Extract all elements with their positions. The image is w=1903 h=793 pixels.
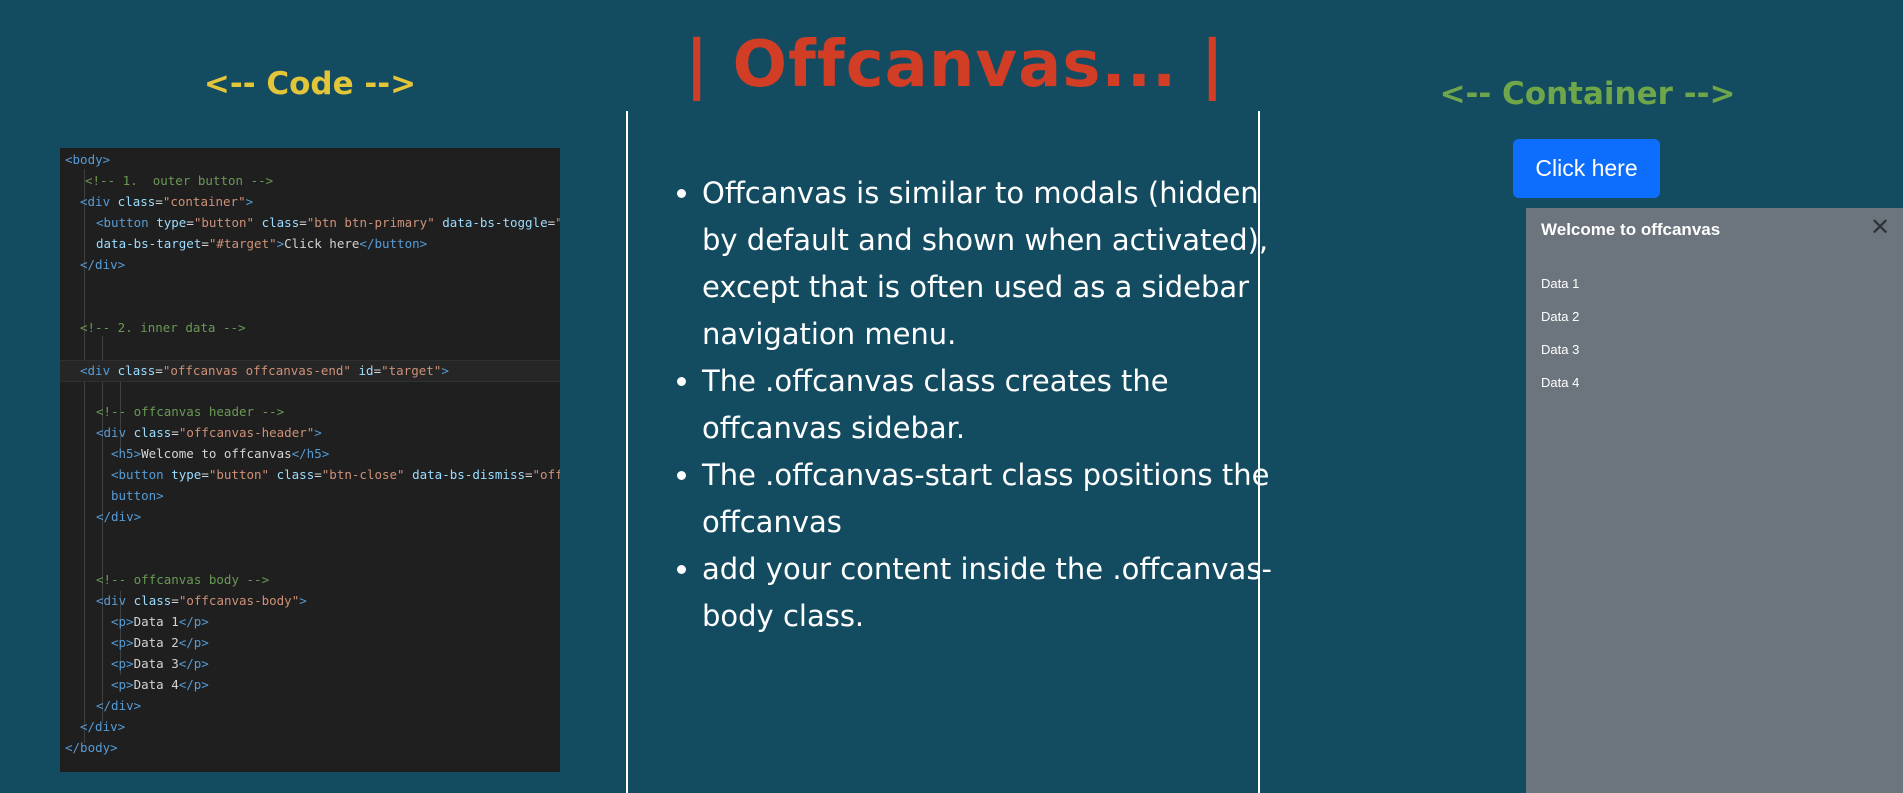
code-line: <div class="container">: [80, 194, 254, 209]
page-title: | Offcanvas... |: [684, 28, 1226, 102]
offcanvas-title: Welcome to offcanvas: [1541, 220, 1721, 239]
bullet-item: add your content inside the .offcanvas-b…: [702, 546, 1287, 640]
bullet-item: The .offcanvas class creates the offcanv…: [702, 358, 1287, 452]
offcanvas-panel: Welcome to offcanvas ✕ Data 1 Data 2 Dat…: [1526, 208, 1903, 793]
code-line: </body>: [65, 740, 118, 755]
code-line: <p>Data 1</p>: [111, 614, 209, 629]
code-line: <div class="offcanvas-header">: [96, 425, 322, 440]
bullet-item: Offcanvas is similar to modals (hidden b…: [702, 170, 1287, 358]
code-line: </div>: [96, 698, 142, 713]
code-line: <button type="button" class="btn btn-pri…: [96, 215, 560, 230]
code-line: <!-- offcanvas body -->: [96, 572, 270, 587]
code-line: <!-- offcanvas header -->: [96, 404, 285, 419]
code-line: <!-- 2. inner data -->: [80, 320, 246, 335]
code-line: <h5>Welcome to offcanvas</h5>: [111, 446, 330, 461]
close-icon[interactable]: ✕: [1867, 214, 1893, 240]
code-line: <body>: [65, 152, 111, 167]
code-line: <p>Data 4</p>: [111, 677, 209, 692]
code-line: <!-- 1. outer button -->: [85, 173, 274, 188]
offcanvas-item-data-4: Data 4: [1541, 375, 1580, 390]
offcanvas-item-data-1: Data 1: [1541, 276, 1580, 291]
bullet-list: Offcanvas is similar to modals (hidden b…: [666, 170, 1287, 640]
code-line: data-bs-target="#target">Click here</but…: [96, 236, 428, 251]
code-line: <div class="offcanvas offcanvas-end" id=…: [60, 360, 560, 382]
code-line: </div>: [80, 257, 126, 272]
code-line: </div>: [96, 509, 142, 524]
offcanvas-item-data-2: Data 2: [1541, 309, 1580, 324]
divider-left: [626, 111, 628, 793]
code-line: <div class="offcanvas-body">: [96, 593, 307, 608]
offcanvas-item-data-3: Data 3: [1541, 342, 1580, 357]
code-line: button>: [111, 488, 164, 503]
click-here-button[interactable]: Click here: [1513, 139, 1660, 198]
code-heading: <-- Code -->: [203, 66, 417, 102]
code-line: </div>: [80, 719, 126, 734]
bullet-item: The .offcanvas-start class positions the…: [702, 452, 1287, 546]
code-line: <p>Data 2</p>: [111, 635, 209, 650]
code-line: <button type="button" class="btn-close" …: [111, 467, 560, 482]
container-heading: <-- Container -->: [1439, 76, 1736, 112]
code-line: <p>Data 3</p>: [111, 656, 209, 671]
code-editor: <body> <!-- 1. outer button --> <div class…: [60, 148, 560, 772]
